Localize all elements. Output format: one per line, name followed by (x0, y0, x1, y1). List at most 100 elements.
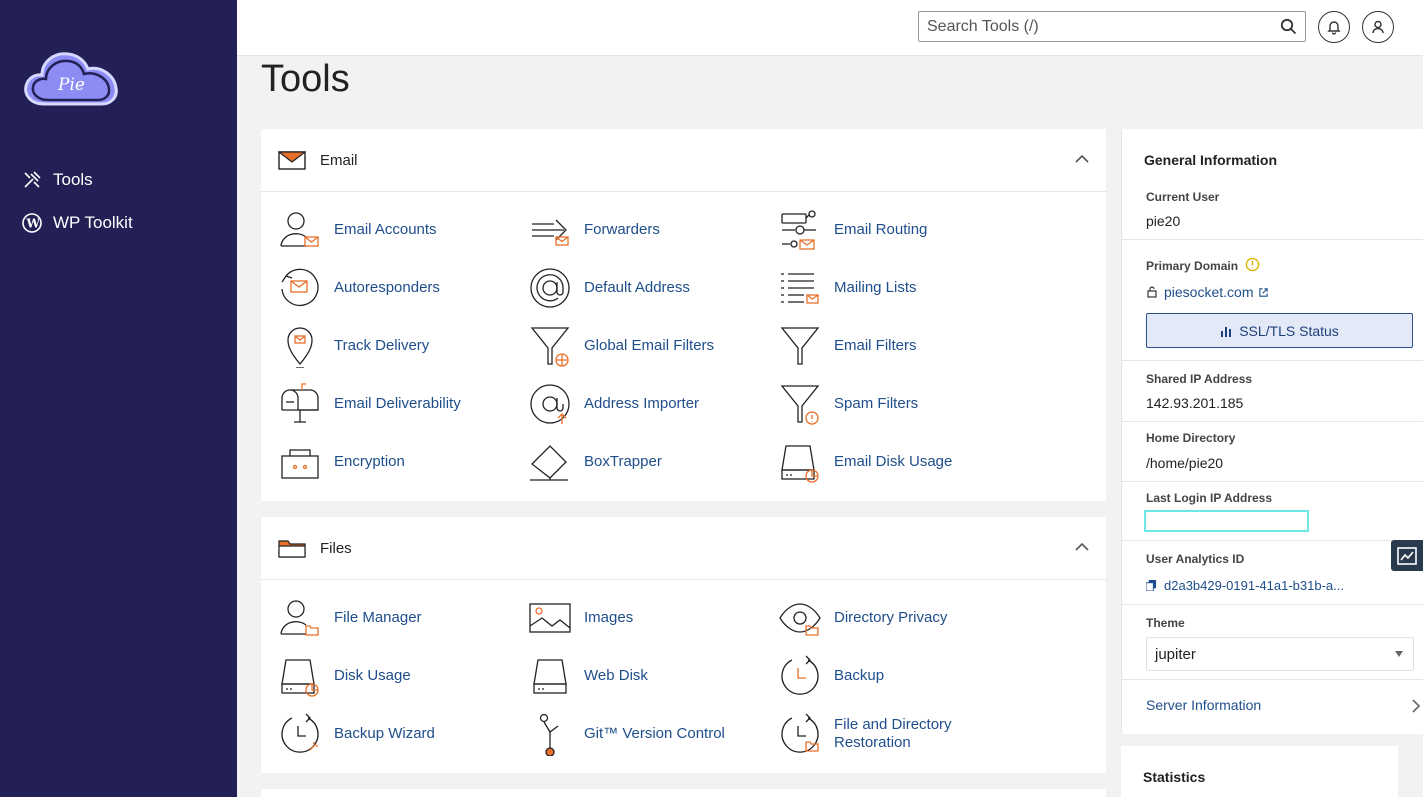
primary-domain-link[interactable]: piesocket.com (1146, 284, 1269, 300)
tool-email-routing[interactable]: Email Routing (778, 208, 994, 252)
warning-icon[interactable] (1245, 257, 1260, 272)
forwarders-icon (532, 219, 569, 246)
search-icon[interactable] (1280, 18, 1297, 35)
theme-label: Theme (1146, 616, 1185, 630)
tool-directory-privacy[interactable]: Directory Privacy (778, 596, 994, 640)
last-login-label: Last Login IP Address (1146, 491, 1273, 505)
tool-email-disk-usage[interactable]: Email Disk Usage (778, 440, 994, 484)
tool-label: Encryption (334, 453, 405, 470)
sidebar: Pie Tools W WP Toolkit (0, 0, 237, 797)
tool-autoresponders[interactable]: Autoresponders (278, 266, 494, 310)
email-section: Email Email Accounts Forwarders Email Ro… (261, 129, 1106, 501)
page-title: Tools (261, 58, 350, 100)
tool-spam-filters[interactable]: Spam Filters (778, 382, 994, 426)
tool-label: Web Disk (584, 667, 648, 684)
tool-web-disk[interactable]: Web Disk (528, 654, 744, 698)
analytics-id-value: d2a3b429-0191-41a1-b31b-a... (1164, 578, 1344, 593)
ssl-tls-status-button[interactable]: SSL/TLS Status (1146, 313, 1413, 348)
notifications-button[interactable] (1318, 11, 1350, 43)
sidebar-item-wp-toolkit[interactable]: W WP Toolkit (22, 213, 133, 233)
tool-email-deliverability[interactable]: Email Deliverability (278, 382, 494, 426)
chevron-right-icon[interactable] (1412, 699, 1420, 713)
bell-icon (1327, 21, 1341, 35)
encryption-icon (281, 449, 319, 479)
tools-icon (24, 171, 41, 188)
sidebar-item-label: Tools (53, 170, 93, 189)
user-icon (1372, 20, 1384, 34)
tool-default-address[interactable]: Default Address (528, 266, 744, 310)
spam-filters-icon (780, 385, 820, 425)
tool-label: Address Importer (584, 395, 700, 412)
tool-label: Email Accounts (334, 221, 437, 238)
file-restoration-icon (781, 713, 819, 753)
chevron-up-icon[interactable] (1075, 154, 1089, 164)
user-menu-button[interactable] (1362, 11, 1394, 43)
analytics-id-copy[interactable]: d2a3b429-0191-41a1-b31b-a... (1146, 578, 1344, 593)
divider (1122, 481, 1423, 482)
sidebar-item-label: WP Toolkit (53, 213, 133, 232)
home-dir-value: /home/pie20 (1146, 455, 1224, 471)
sidebar-item-tools[interactable]: Tools (22, 170, 93, 190)
tool-label: Disk Usage (334, 667, 411, 684)
lock-icon (1147, 286, 1157, 298)
tool-git-version-control[interactable]: Git™ Version Control (528, 712, 744, 756)
tool-images[interactable]: Images (528, 596, 744, 640)
theme-select[interactable]: jupiter (1146, 637, 1414, 671)
analytics-id-label: User Analytics ID (1146, 552, 1245, 566)
tool-label: Forwarders (584, 221, 660, 238)
autoresponders-icon (281, 268, 319, 307)
tool-label: Images (584, 609, 634, 626)
email-routing-icon (781, 210, 816, 250)
general-info-title: General Information (1144, 152, 1278, 168)
analytics-toggle-button[interactable] (1391, 540, 1423, 571)
tool-backup-wizard[interactable]: Backup Wizard (278, 712, 494, 756)
tool-track-delivery[interactable]: Track Delivery (278, 324, 494, 368)
server-information-link[interactable]: Server Information (1146, 697, 1261, 713)
caret-down-icon (1395, 651, 1403, 657)
email-filters-icon (780, 327, 820, 365)
theme-value: jupiter (1155, 645, 1196, 663)
tool-disk-usage[interactable]: Disk Usage (278, 654, 494, 698)
search-input[interactable] (919, 12, 1259, 41)
tool-label: BoxTrapper (584, 453, 662, 470)
tool-label: Git™ Version Control (584, 725, 725, 742)
tool-label: Email Deliverability (334, 395, 461, 412)
pie-logo[interactable]: Pie (22, 46, 120, 110)
tool-label: Backup (834, 667, 885, 684)
tool-file-directory-restoration[interactable]: File and Directory Restoration (778, 712, 994, 756)
home-dir-label: Home Directory (1146, 431, 1236, 445)
envelope-icon (278, 151, 306, 170)
email-section-header[interactable]: Email (261, 129, 1106, 192)
svg-text:W: W (26, 217, 41, 231)
tool-label: File and Directory Restoration (834, 716, 952, 751)
tool-forwarders[interactable]: Forwarders (528, 208, 744, 252)
shared-ip-label: Shared IP Address (1146, 372, 1253, 386)
tool-encryption[interactable]: Encryption (278, 440, 494, 484)
tool-label: Autoresponders (334, 279, 440, 296)
tool-address-importer[interactable]: Address Importer (528, 382, 744, 426)
images-icon (529, 603, 571, 633)
divider (1122, 540, 1423, 541)
search-box (918, 11, 1306, 42)
top-bar (237, 0, 1423, 56)
web-disk-icon (533, 659, 567, 694)
tool-label: Email Filters (834, 337, 917, 354)
section-title: Email (320, 151, 358, 169)
divider (1122, 239, 1423, 240)
primary-domain-label: Primary Domain (1146, 257, 1260, 273)
tool-label: Backup Wizard (334, 725, 435, 742)
tool-mailing-lists[interactable]: Mailing Lists (778, 266, 994, 310)
tool-email-filters[interactable]: Email Filters (778, 324, 994, 368)
tool-global-email-filters[interactable]: Global Email Filters (528, 324, 744, 368)
tool-label: File Manager (334, 609, 422, 626)
files-section-header[interactable]: Files (261, 517, 1106, 580)
tool-label: Email Routing (834, 221, 928, 238)
wordpress-icon: W (22, 213, 42, 233)
tool-email-accounts[interactable]: Email Accounts (278, 208, 494, 252)
chevron-up-icon[interactable] (1075, 542, 1089, 552)
tool-backup[interactable]: Backup (778, 654, 994, 698)
tool-file-manager[interactable]: File Manager (278, 596, 494, 640)
statistics-title: Statistics (1143, 769, 1206, 785)
tool-boxtrapper[interactable]: BoxTrapper (528, 440, 744, 484)
current-user-value: pie20 (1146, 213, 1181, 229)
